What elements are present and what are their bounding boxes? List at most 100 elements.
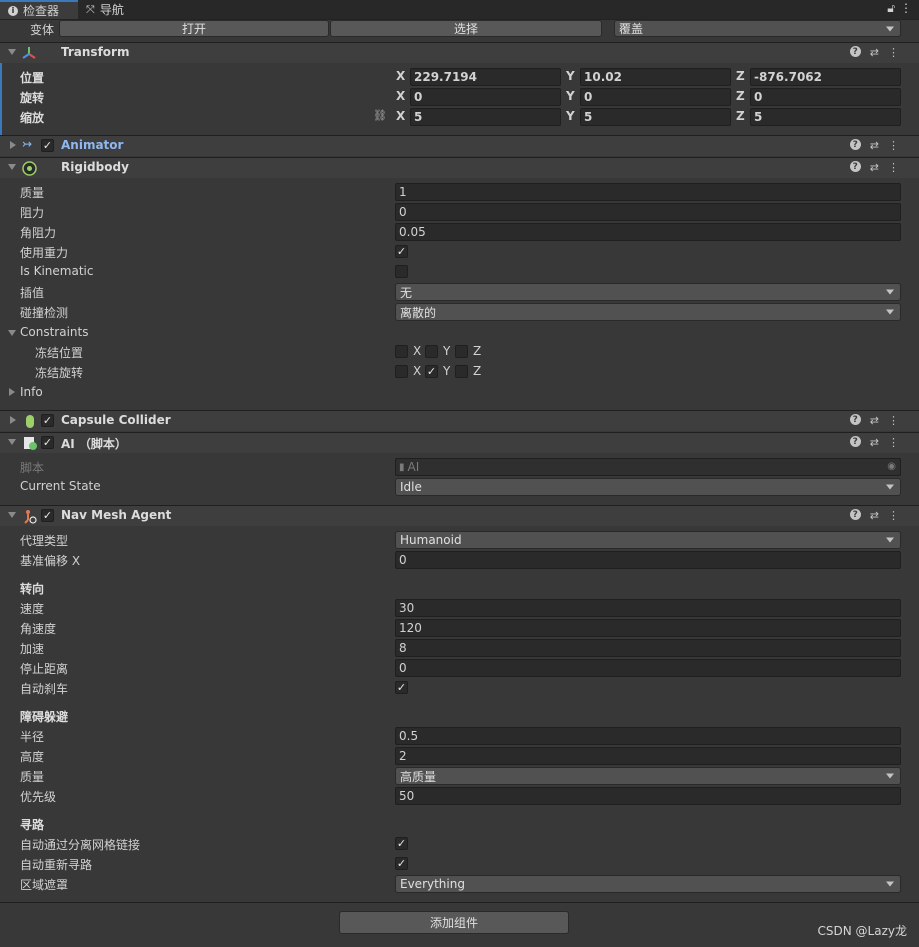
component-menu-icon[interactable]: ⋮ <box>888 46 899 59</box>
open-button[interactable]: 打开 <box>59 20 329 37</box>
freeze-rotation-z-checkbox[interactable] <box>455 365 468 378</box>
animator-header[interactable]: ↣ ✓ Animator ? ⇄ ⋮ <box>0 135 919 156</box>
height-field[interactable]: 2 <box>395 747 901 765</box>
lock-icon[interactable]: 🔓︎ <box>887 1 895 16</box>
help-icon[interactable]: ? <box>849 139 861 150</box>
foldout-closed-icon[interactable] <box>10 141 16 149</box>
rigidbody-icon <box>22 161 37 176</box>
nav-mesh-agent-title: Nav Mesh Agent <box>61 508 172 522</box>
tab-inspector[interactable]: i 检查器 <box>0 0 78 19</box>
scale-z-field[interactable]: 5 <box>750 108 901 126</box>
current-state-dropdown[interactable]: Idle <box>395 478 901 496</box>
freeze-position-x-checkbox[interactable] <box>395 345 408 358</box>
rotation-label: 旋转 <box>20 91 45 105</box>
component-menu-icon[interactable]: ⋮ <box>888 414 899 427</box>
acceleration-field[interactable]: 8 <box>395 639 901 657</box>
component-menu-icon[interactable]: ⋮ <box>888 436 899 449</box>
ai-script-enabled-checkbox[interactable]: ✓ <box>41 436 54 449</box>
help-icon[interactable]: ? <box>849 161 861 172</box>
angular-drag-label: 角阻力 <box>20 226 57 240</box>
foldout-open-icon[interactable] <box>8 512 16 518</box>
transform-header[interactable]: Transform ? ⇄ ⋮ <box>0 42 919 63</box>
foldout-open-icon[interactable] <box>8 49 16 55</box>
agent-type-dropdown[interactable]: Humanoid <box>395 531 901 549</box>
component-menu-icon[interactable]: ⋮ <box>888 161 899 174</box>
preset-icon[interactable]: ⇄ <box>870 139 879 152</box>
info-label: Info <box>20 385 43 399</box>
help-icon[interactable]: ? <box>849 46 861 57</box>
add-component-button[interactable]: 添加组件 <box>339 911 569 934</box>
capsule-collider-enabled-checkbox[interactable]: ✓ <box>41 414 54 427</box>
overrides-dropdown[interactable]: 覆盖 <box>614 20 901 37</box>
capsule-collider-header[interactable]: ✓ Capsule Collider ? ⇄ ⋮ <box>0 410 919 431</box>
angular-speed-field[interactable]: 120 <box>395 619 901 637</box>
scale-y-field[interactable]: 5 <box>580 108 731 126</box>
help-icon[interactable]: ? <box>849 436 861 447</box>
foldout-open-icon[interactable] <box>8 164 16 170</box>
component-menu-icon[interactable]: ⋮ <box>888 139 899 152</box>
quality-dropdown[interactable]: 高质量 <box>395 767 901 785</box>
scale-x-field[interactable]: 5 <box>410 108 561 126</box>
collision-detection-dropdown[interactable]: 离散的 <box>395 303 901 321</box>
preset-icon[interactable]: ⇄ <box>870 414 879 427</box>
position-x-field[interactable]: 229.7194 <box>410 68 561 86</box>
priority-field[interactable]: 50 <box>395 787 901 805</box>
select-button[interactable]: 选择 <box>330 20 602 37</box>
quality-value: 高质量 <box>400 769 437 784</box>
auto-traverse-checkbox[interactable]: ✓ <box>395 837 408 850</box>
use-gravity-checkbox[interactable]: ✓ <box>395 245 408 258</box>
capsule-collider-icon <box>26 415 34 428</box>
prefab-variant-row: 变体 打开 选择 覆盖 <box>0 19 919 39</box>
angular-drag-field[interactable]: 0.05 <box>395 223 901 241</box>
rotation-z-field[interactable]: 0 <box>750 88 901 106</box>
divider <box>0 902 919 903</box>
info-foldout-icon[interactable] <box>9 388 15 396</box>
rotation-z-axis: Z <box>736 89 745 103</box>
position-z-field[interactable]: -876.7062 <box>750 68 901 86</box>
foldout-closed-icon[interactable] <box>10 416 16 424</box>
component-menu-icon[interactable]: ⋮ <box>888 509 899 522</box>
freeze-position-z-checkbox[interactable] <box>455 345 468 358</box>
watermark: CSDN @Lazy龙 <box>817 924 907 938</box>
animator-enabled-checkbox[interactable]: ✓ <box>41 139 54 152</box>
height-label: 高度 <box>20 750 45 764</box>
preset-icon[interactable]: ⇄ <box>870 436 879 449</box>
help-icon[interactable]: ? <box>849 509 861 520</box>
link-icon[interactable]: ⛓ <box>373 109 387 122</box>
rotation-x-field[interactable]: 0 <box>410 88 561 106</box>
stopping-distance-field[interactable]: 0 <box>395 659 901 677</box>
nav-mesh-agent-header[interactable]: ✓ Nav Mesh Agent ? ⇄ ⋮ <box>0 505 919 526</box>
preset-icon[interactable]: ⇄ <box>870 161 879 174</box>
script-field-value: AI <box>407 460 420 474</box>
nav-mesh-agent-enabled-checkbox[interactable]: ✓ <box>41 509 54 522</box>
more-options-icon[interactable]: ⋮ <box>900 1 912 15</box>
position-y-field[interactable]: 10.02 <box>580 68 731 86</box>
preset-icon[interactable]: ⇄ <box>870 509 879 522</box>
foldout-open-icon[interactable] <box>8 439 16 445</box>
mass-field[interactable]: 1 <box>395 183 901 201</box>
freeze-position-y-checkbox[interactable] <box>425 345 438 358</box>
ai-script-header[interactable]: ✓ AI （脚本） ? ⇄ ⋮ <box>0 432 919 453</box>
position-x-axis: X <box>396 69 406 83</box>
auto-braking-checkbox[interactable]: ✓ <box>395 681 408 694</box>
tab-navigation[interactable]: ⤧ 导航 <box>86 0 124 19</box>
auto-repath-checkbox[interactable]: ✓ <box>395 857 408 870</box>
rotation-y-field[interactable]: 0 <box>580 88 731 106</box>
agent-type-value: Humanoid <box>400 533 462 547</box>
constraints-foldout-icon[interactable] <box>8 330 16 336</box>
speed-field[interactable]: 30 <box>395 599 901 617</box>
freeze-rotation-x-checkbox[interactable] <box>395 365 408 378</box>
help-icon[interactable]: ? <box>849 414 861 425</box>
interpolate-dropdown[interactable]: 无 <box>395 283 901 301</box>
radius-field[interactable]: 0.5 <box>395 727 901 745</box>
area-mask-label: 区域遮罩 <box>20 878 69 892</box>
rigidbody-header[interactable]: Rigidbody ? ⇄ ⋮ <box>0 157 919 178</box>
area-mask-value: Everything <box>400 877 465 891</box>
preset-icon[interactable]: ⇄ <box>870 46 879 59</box>
base-offset-field[interactable]: 0 <box>395 551 901 569</box>
area-mask-dropdown[interactable]: Everything <box>395 875 901 893</box>
pathfinding-header: 寻路 <box>20 818 45 832</box>
drag-field[interactable]: 0 <box>395 203 901 221</box>
is-kinematic-checkbox[interactable] <box>395 265 408 278</box>
freeze-rotation-y-checkbox[interactable]: ✓ <box>425 365 438 378</box>
